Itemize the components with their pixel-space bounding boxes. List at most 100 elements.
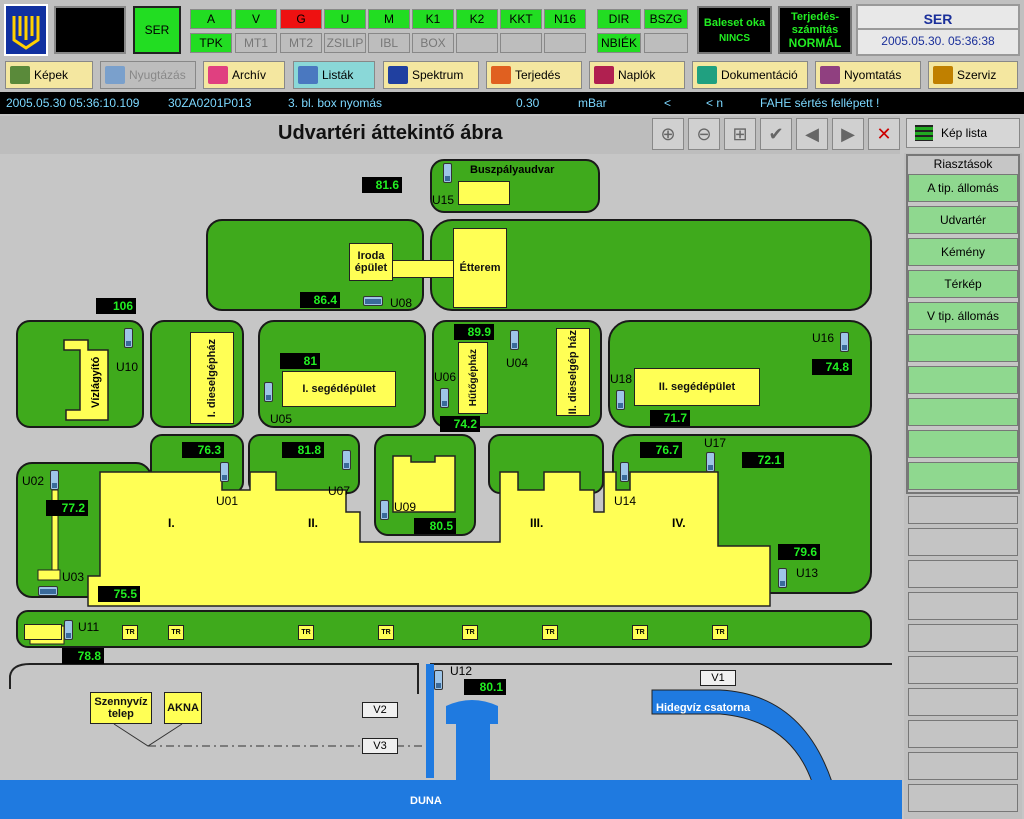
- signal-mt1-indicator[interactable]: MT1: [235, 33, 277, 53]
- bus-station-building[interactable]: [458, 181, 510, 205]
- empty-alarm-slot[interactable]: [908, 688, 1018, 716]
- empty-alarm-slot[interactable]: [908, 656, 1018, 684]
- menu-nyomtats-button[interactable]: Nyomtatás: [815, 61, 921, 89]
- value-72-1[interactable]: 72.1: [742, 452, 784, 468]
- value-106[interactable]: 106: [96, 298, 136, 314]
- signal-k2-indicator[interactable]: K2: [456, 9, 498, 29]
- alarm-group-5-button[interactable]: V tip. állomás: [908, 302, 1018, 330]
- sensor-u12[interactable]: [434, 670, 443, 690]
- empty-alarm-slot[interactable]: [908, 528, 1018, 556]
- menu-naplk-button[interactable]: Naplók: [589, 61, 685, 89]
- image-list-button[interactable]: Kép lista: [906, 118, 1020, 148]
- value-76-3[interactable]: 76.3: [182, 442, 224, 458]
- empty-alarm-slot[interactable]: [908, 624, 1018, 652]
- menu-terjeds-button[interactable]: Terjedés: [486, 61, 582, 89]
- value-89-9[interactable]: 89.9: [454, 324, 494, 340]
- sensor-u11[interactable]: [64, 620, 73, 640]
- transformer[interactable]: TR: [712, 625, 728, 640]
- sensor-u08[interactable]: [363, 296, 383, 306]
- signal-ibl-indicator[interactable]: IBL: [368, 33, 410, 53]
- transformer[interactable]: TR: [632, 625, 648, 640]
- next-icon[interactable]: ▶: [832, 118, 864, 150]
- sensor-u16[interactable]: [840, 332, 849, 352]
- ser-indicator[interactable]: SER: [133, 6, 181, 54]
- signal-v-indicator[interactable]: V: [235, 9, 277, 29]
- menu-spektrum-button[interactable]: Spektrum: [383, 61, 479, 89]
- alarm-group-1-button[interactable]: A tip. állomás: [908, 174, 1018, 202]
- zoom-in-icon[interactable]: ⊕: [652, 118, 684, 150]
- sewage-plant[interactable]: Szennyvíz telep: [90, 692, 152, 724]
- empty-alarm-slot[interactable]: [908, 784, 1018, 812]
- zoom-out-icon[interactable]: ⊖: [688, 118, 720, 150]
- empty-alarm-slot[interactable]: [908, 334, 1018, 362]
- signal-zsilip-indicator[interactable]: ZSILIP: [324, 33, 366, 53]
- sensor-u14[interactable]: [620, 462, 629, 482]
- transformer[interactable]: TR: [122, 625, 138, 640]
- sensor-u03[interactable]: [38, 586, 58, 596]
- alarm-group-2-button[interactable]: Udvartér: [908, 206, 1018, 234]
- sensor-u04[interactable]: [510, 330, 519, 350]
- signal-m-indicator[interactable]: M: [368, 9, 410, 29]
- value-81[interactable]: 81: [280, 353, 320, 369]
- value-71-7[interactable]: 71.7: [650, 410, 690, 426]
- signal-n16-indicator[interactable]: N16: [544, 9, 586, 29]
- sensor-u10[interactable]: [124, 328, 133, 348]
- fit-view-icon[interactable]: ⊞: [724, 118, 756, 150]
- alarm-group-3-button[interactable]: Kémény: [908, 238, 1018, 266]
- menu-szerviz-button[interactable]: Szerviz: [928, 61, 1018, 89]
- previous-icon[interactable]: ◀: [796, 118, 828, 150]
- value-81-6[interactable]: 81.6: [362, 177, 402, 193]
- empty-alarm-slot[interactable]: [908, 496, 1018, 524]
- value-80-1[interactable]: 80.1: [464, 679, 506, 695]
- empty-alarm-slot[interactable]: [908, 366, 1018, 394]
- empty-alarm-slot[interactable]: [908, 752, 1018, 780]
- value-86-4[interactable]: 86.4: [300, 292, 340, 308]
- value-78-8[interactable]: 78.8: [62, 648, 104, 664]
- menu-listk-button[interactable]: Listák: [293, 61, 375, 89]
- menu-nyugtzs-button[interactable]: Nyugtázás: [100, 61, 196, 89]
- signal-a-indicator[interactable]: A: [190, 9, 232, 29]
- bszg-indicator[interactable]: BSZG: [644, 9, 688, 29]
- transformer[interactable]: TR: [542, 625, 558, 640]
- valve-v2[interactable]: V2: [362, 702, 398, 718]
- dir-indicator[interactable]: DIR: [597, 9, 641, 29]
- value-80-5[interactable]: 80.5: [414, 518, 456, 534]
- empty-alarm-slot[interactable]: [908, 430, 1018, 458]
- close-icon[interactable]: ✕: [868, 118, 900, 150]
- transformer[interactable]: TR: [378, 625, 394, 640]
- confirm-icon[interactable]: ✔: [760, 118, 792, 150]
- transformer[interactable]: TR: [298, 625, 314, 640]
- value-79-6[interactable]: 79.6: [778, 544, 820, 560]
- empty-alarm-slot[interactable]: [908, 398, 1018, 426]
- value-77-2[interactable]: 77.2: [46, 500, 88, 516]
- alarm-line[interactable]: 2005.05.30 05:36:10.109 30ZA0201P013 3. …: [0, 92, 1024, 114]
- sensor-u17[interactable]: [706, 452, 715, 472]
- manhole[interactable]: AKNA: [164, 692, 202, 724]
- sensor-u07[interactable]: [342, 450, 351, 470]
- empty-alarm-slot[interactable]: [908, 462, 1018, 490]
- valve-v1[interactable]: V1: [700, 670, 736, 686]
- aux-building-2[interactable]: II. segédépület: [634, 368, 760, 406]
- sensor-u01[interactable]: [220, 462, 229, 482]
- signal-kkt-indicator[interactable]: KKT: [500, 9, 542, 29]
- empty-alarm-slot[interactable]: [908, 560, 1018, 588]
- value-75-5[interactable]: 75.5: [98, 586, 140, 602]
- signal-box-indicator[interactable]: BOX: [412, 33, 454, 53]
- aux-building-1[interactable]: I. segédépület: [282, 371, 396, 407]
- sensor-u13[interactable]: [778, 568, 787, 588]
- alarm-group-4-button[interactable]: Térkép: [908, 270, 1018, 298]
- value-76-7[interactable]: 76.7: [640, 442, 682, 458]
- sensor-u18[interactable]: [616, 390, 625, 410]
- sensor-u06[interactable]: [440, 388, 449, 408]
- transformer[interactable]: TR: [168, 625, 184, 640]
- valve-v3[interactable]: V3: [362, 738, 398, 754]
- signal-k1-indicator[interactable]: K1: [412, 9, 454, 29]
- transformer[interactable]: TR: [462, 625, 478, 640]
- value-74-2[interactable]: 74.2: [440, 416, 480, 432]
- office-building[interactable]: Iroda épület: [349, 243, 393, 281]
- diesel-house-1[interactable]: I. dieselgépház: [190, 332, 234, 424]
- cooling-house[interactable]: Hűtőgépház: [458, 342, 488, 414]
- accident-cause-box[interactable]: Baleset oka NINCS: [697, 6, 772, 54]
- value-81-8[interactable]: 81.8: [282, 442, 324, 458]
- menu-archv-button[interactable]: Archív: [203, 61, 285, 89]
